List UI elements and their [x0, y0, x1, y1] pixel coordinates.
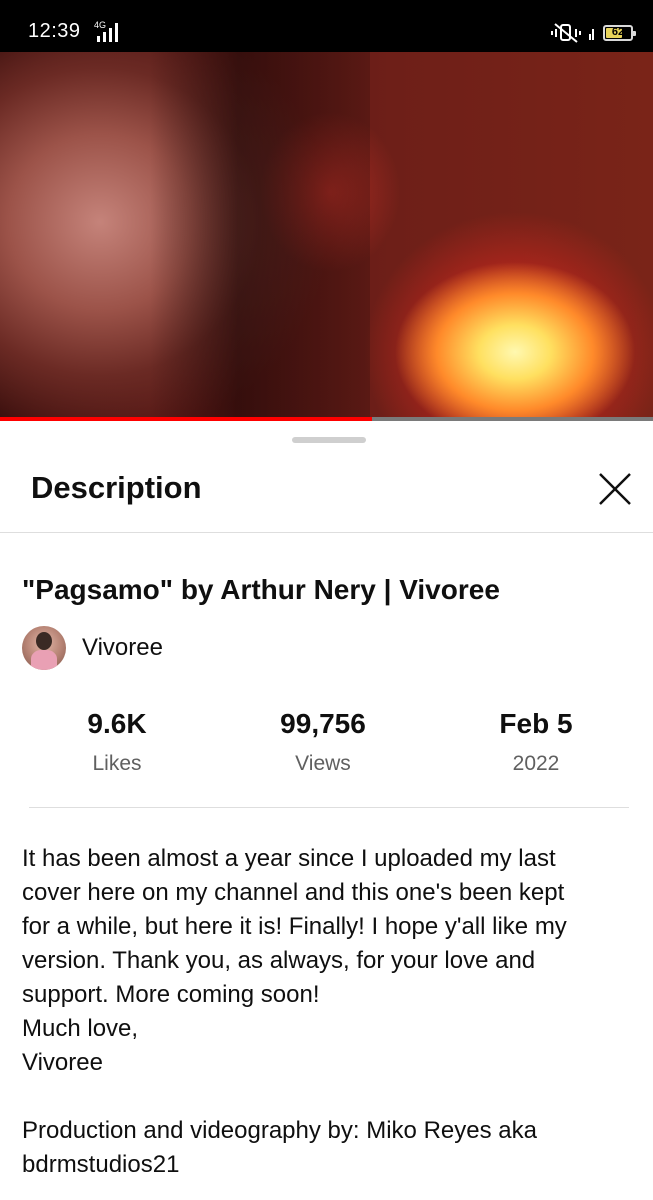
status-icons: 62: [551, 22, 636, 44]
description-line: Much love,: [22, 1015, 139, 1042]
likes-label: Likes: [92, 752, 142, 775]
description-line: bdrmstudios21: [22, 1151, 180, 1178]
description-panel: Description "Pagsamo" by Arthur Nery | V…: [0, 422, 653, 1200]
description-text: It has been almost a year since I upload…: [22, 842, 632, 1182]
description-line: version. Thank you, as always, for your …: [22, 947, 536, 974]
views-count: 99,756: [280, 708, 366, 739]
vibrate-mute-icon: [551, 23, 581, 43]
small-signal-icon: [589, 29, 594, 40]
likes-stat: 9.6K Likes: [32, 708, 202, 776]
signal-icon: 4G: [94, 20, 118, 42]
network-type: 4G: [94, 20, 106, 30]
battery-icon: 62: [603, 25, 636, 41]
views-label: Views: [295, 752, 351, 775]
video-stats: 9.6K Likes 99,756 Views Feb 5 2022: [0, 708, 653, 778]
channel-avatar[interactable]: [22, 626, 66, 670]
description-line: cover here on my channel and this one's …: [22, 879, 565, 906]
video-title: "Pagsamo" by Arthur Nery | Vivoree: [22, 574, 500, 605]
views-stat: 99,756 Views: [238, 708, 408, 776]
description-line: support. More coming soon!: [22, 981, 320, 1008]
upload-year: 2022: [512, 752, 560, 775]
close-button[interactable]: [592, 466, 638, 512]
drag-handle[interactable]: [292, 437, 366, 443]
video-player[interactable]: [0, 52, 653, 420]
upload-date: Feb 5: [499, 708, 573, 739]
video-progress-bar[interactable]: [0, 417, 653, 421]
divider: [0, 532, 653, 533]
battery-level: 62: [611, 26, 625, 38]
description-line: for a while, but here it is! Finally! I …: [22, 913, 567, 940]
description-line: Production and videography by: Miko Reye…: [22, 1117, 537, 1144]
divider: [29, 807, 629, 808]
panel-title: Description: [31, 470, 202, 505]
channel-name[interactable]: Vivoree: [82, 634, 163, 662]
date-stat: Feb 5 2022: [451, 708, 621, 776]
likes-count: 9.6K: [87, 708, 147, 739]
status-time: 12:39: [28, 20, 81, 42]
status-bar: 12:39 4G 62: [0, 0, 653, 52]
description-line: It has been almost a year since I upload…: [22, 845, 556, 872]
close-icon: [599, 473, 631, 505]
video-progress-fill: [0, 417, 373, 421]
channel-link[interactable]: Vivoree: [22, 626, 163, 670]
description-line: Vivoree: [22, 1049, 103, 1076]
